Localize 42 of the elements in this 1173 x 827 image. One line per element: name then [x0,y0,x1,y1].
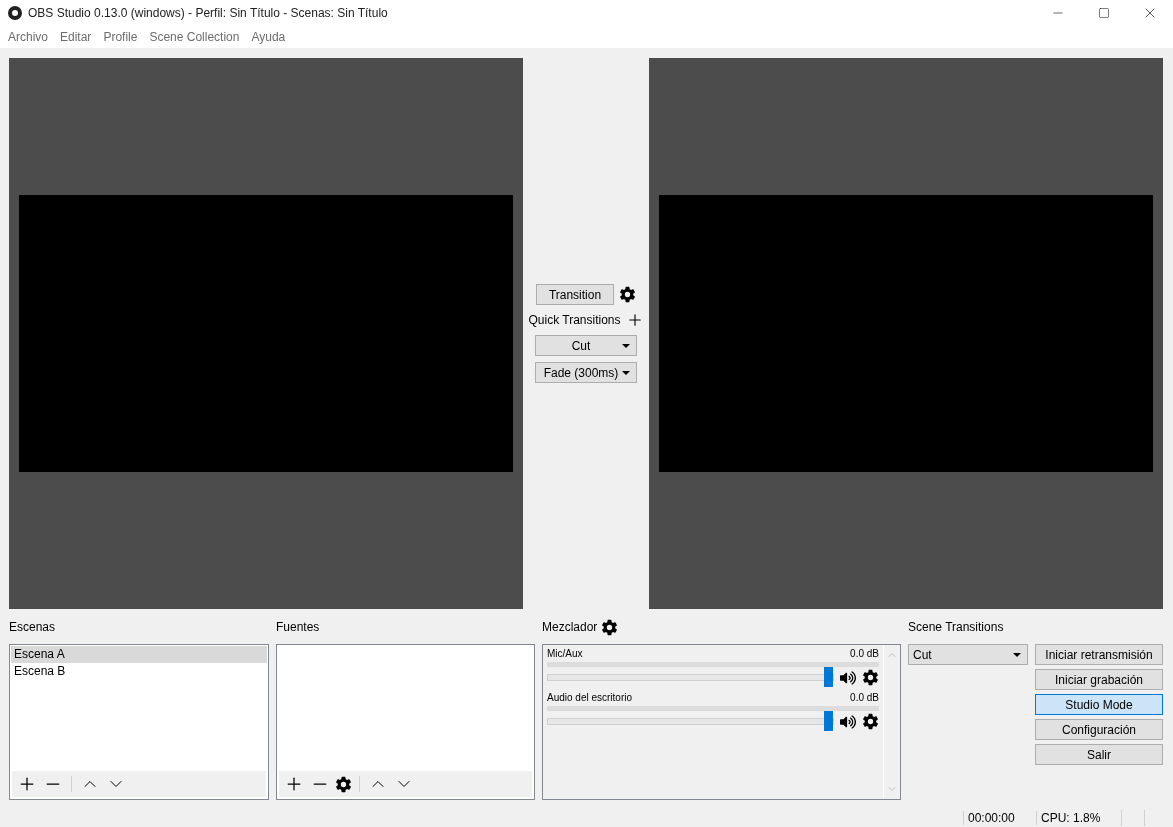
settings-icon[interactable] [335,775,352,793]
menu-item[interactable]: Ayuda [246,29,291,44]
menu-item[interactable]: Editar [55,29,97,44]
window-title: OBS Studio 0.13.0 (windows) - Perfil: Sin Título - Scenas: Sin Título [28,5,389,20]
channel-name: Mic/Aux [547,648,583,659]
status-cpu: CPU: 1.8% [1036,810,1121,825]
settings-icon[interactable] [601,618,619,636]
volume-slider-thumb[interactable] [824,711,833,731]
dock-title: Mezclador [542,620,598,634]
channel-name: Audio del escritorio [547,692,633,703]
quick-transition-dropdown[interactable]: Fade (300ms) [535,362,637,383]
quick-transitions-label: Quick Transitions [528,313,621,327]
transition-dropdown[interactable]: Cut [908,644,1028,665]
control-button[interactable]: Iniciar retransmisión [1035,644,1163,665]
scene-item[interactable]: Escena B [11,663,267,680]
control-button[interactable]: Iniciar grabación [1035,669,1163,690]
maximize-icon[interactable] [1098,6,1110,19]
settings-icon[interactable] [862,713,879,730]
settings-icon[interactable] [619,286,636,303]
dropdown-arrow-icon [622,370,630,375]
app-logo-icon [8,5,22,20]
dock-title: Fuentes [276,620,320,634]
dropdown-arrow-icon [1013,652,1021,657]
menu-item[interactable]: Archivo [3,29,53,44]
settings-icon[interactable] [862,669,879,686]
volume-slider-thumb[interactable] [824,667,833,687]
scene-item[interactable]: Escena A [11,646,267,663]
control-button[interactable]: Studio Mode [1035,694,1163,715]
status-time: 00:00:00 [963,810,1036,825]
speaker-icon[interactable] [840,713,856,730]
transition-button[interactable]: Transition [536,284,614,305]
control-button[interactable]: Salir [1035,744,1163,765]
channel-reading: 0.0 dB [850,692,879,703]
control-button[interactable]: Configuración [1035,719,1163,740]
dropdown-arrow-icon [622,343,630,348]
dock-title: Escenas [9,620,56,634]
menu-item[interactable]: Profile [98,29,143,44]
menu-item[interactable]: Scene Collection [144,29,245,44]
speaker-icon[interactable] [840,669,856,686]
dock-title: Scene Transitions [908,620,1004,634]
channel-reading: 0.0 dB [850,648,879,659]
quick-transition-dropdown[interactable]: Cut [535,335,637,356]
